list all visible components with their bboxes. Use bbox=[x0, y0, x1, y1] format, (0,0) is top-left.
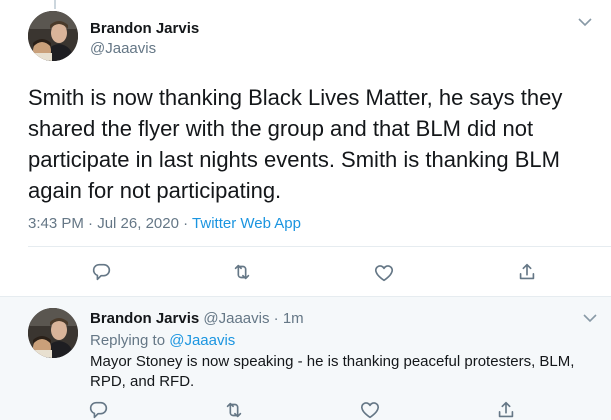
tweet-source[interactable]: Twitter Web App bbox=[192, 215, 301, 232]
tweet-date[interactable]: Jul 26, 2020 bbox=[97, 215, 179, 232]
author-name[interactable]: Brandon Jarvis bbox=[90, 310, 199, 327]
reply-icon[interactable] bbox=[91, 261, 113, 283]
reply-header: Brandon Jarvis @Jaaavis · 1m bbox=[90, 310, 304, 327]
reply-icon[interactable] bbox=[88, 399, 110, 420]
like-icon[interactable] bbox=[359, 399, 381, 420]
tweet-meta: 3:43 PM · Jul 26, 2020 · Twitter Web App bbox=[28, 215, 301, 232]
chevron-down-icon[interactable] bbox=[578, 14, 592, 30]
meta-separator: · bbox=[183, 215, 193, 232]
tweet-age[interactable]: 1m bbox=[283, 310, 304, 327]
replying-to-handle[interactable]: @Jaaavis bbox=[169, 332, 235, 349]
author-name[interactable]: Brandon Jarvis bbox=[90, 20, 199, 37]
share-icon[interactable] bbox=[516, 261, 538, 283]
meta-separator: · bbox=[273, 310, 283, 327]
like-icon[interactable] bbox=[373, 262, 395, 284]
tweet-time[interactable]: 3:43 PM bbox=[28, 215, 84, 232]
chevron-down-icon[interactable] bbox=[583, 310, 597, 326]
main-tweet[interactable]: Brandon Jarvis @Jaaavis Smith is now tha… bbox=[0, 0, 611, 296]
divider bbox=[28, 246, 611, 247]
tweet-text: Smith is now thanking Black Lives Matter… bbox=[28, 85, 563, 203]
avatar[interactable] bbox=[28, 11, 78, 61]
retweet-icon[interactable] bbox=[231, 261, 253, 283]
author-handle[interactable]: @Jaaavis bbox=[203, 310, 269, 327]
replying-to: Replying to @Jaaavis bbox=[90, 332, 235, 349]
share-icon[interactable] bbox=[495, 399, 517, 420]
avatar[interactable] bbox=[28, 308, 78, 358]
author-handle[interactable]: @Jaaavis bbox=[90, 40, 156, 57]
retweet-icon[interactable] bbox=[223, 399, 245, 420]
meta-separator: · bbox=[88, 215, 98, 232]
tweet-text: Mayor Stoney is now speaking - he is tha… bbox=[90, 353, 575, 390]
replying-label: Replying to bbox=[90, 332, 166, 349]
